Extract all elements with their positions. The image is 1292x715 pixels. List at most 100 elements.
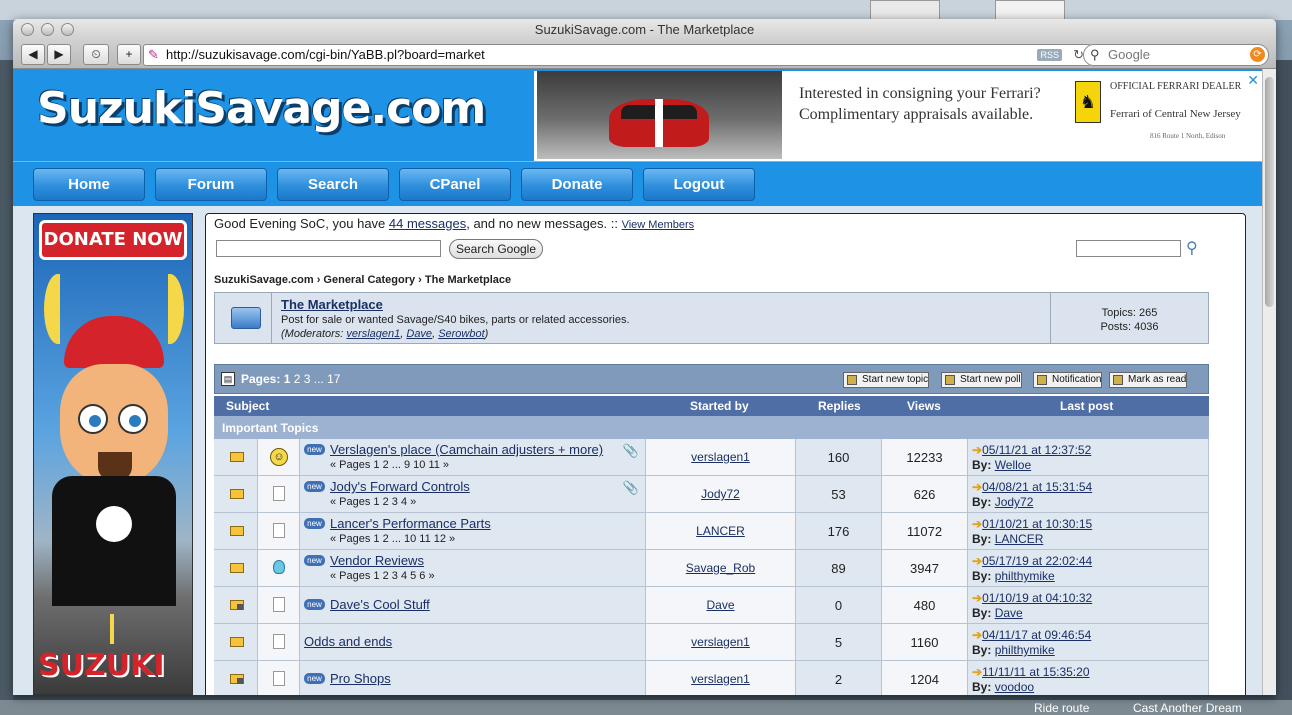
search-engine-icon[interactable]: ⚲: [1090, 45, 1100, 65]
topics-table-header: Subject Started by Replies Views Last po…: [214, 396, 1209, 416]
last-post-author-link[interactable]: Dave: [995, 606, 1023, 620]
back-button[interactable]: ◀: [21, 44, 45, 65]
topic-subject-link[interactable]: Vendor Reviews: [330, 553, 424, 568]
nav-donate-button[interactable]: Donate: [521, 168, 633, 201]
last-post-author-link[interactable]: voodoo: [995, 680, 1034, 694]
add-bookmark-button[interactable]: +: [117, 44, 141, 65]
topic-pages[interactable]: « Pages 1 2 ... 9 10 11 »: [330, 459, 449, 471]
last-post-link[interactable]: 05/11/21 at 12:37:52: [982, 443, 1091, 457]
last-post-arrow-icon[interactable]: ➔: [972, 480, 982, 494]
last-post-author-link[interactable]: Jody72: [995, 495, 1034, 509]
ad-banner[interactable]: Interested in consigning your Ferrari? C…: [534, 71, 1262, 161]
last-post-arrow-icon[interactable]: ➔: [972, 443, 982, 457]
search-go-icon[interactable]: ⟳: [1250, 47, 1265, 62]
started-by-link[interactable]: Dave: [706, 598, 734, 612]
google-search-input[interactable]: [216, 240, 441, 257]
topic-subject-link[interactable]: Lancer's Performance Parts: [330, 516, 491, 531]
pagination: Pages: 1 2 3 ... 17: [241, 372, 341, 386]
rss-badge[interactable]: RSS: [1037, 49, 1062, 61]
last-post-arrow-icon[interactable]: ➔: [972, 517, 982, 531]
last-post-link[interactable]: 01/10/21 at 10:30:15: [982, 517, 1092, 531]
nav-forum-button[interactable]: Forum: [155, 168, 267, 201]
last-post-author-link[interactable]: philthymike: [995, 643, 1055, 657]
desktop-thumbnail: [995, 0, 1065, 20]
last-post-link[interactable]: 05/17/19 at 22:02:44: [982, 554, 1092, 568]
start-new-poll-button[interactable]: Start new poll: [941, 372, 1022, 388]
started-by-link[interactable]: verslagen1: [691, 635, 750, 649]
site-favicon-icon: ✎: [148, 47, 159, 62]
topic-subject-link[interactable]: Odds and ends: [304, 634, 392, 649]
ad-line-1: Interested in consigning your Ferrari?: [799, 85, 1041, 102]
topic-pages[interactable]: « Pages 1 2 3 4 »: [330, 496, 416, 508]
nav-search-button[interactable]: Search: [277, 168, 389, 201]
search-google-button[interactable]: Search Google: [449, 239, 543, 259]
start-new-topic-button[interactable]: Start new topic: [843, 372, 930, 388]
last-post-arrow-icon[interactable]: ➔: [972, 591, 982, 605]
topic-subject-link[interactable]: Pro Shops: [330, 671, 391, 686]
last-post-arrow-icon[interactable]: ➔: [972, 665, 982, 679]
board-posts-count: Posts: 4036: [1100, 321, 1159, 333]
topic-subject-link[interactable]: Verslagen's place (Camchain adjusters + …: [330, 442, 603, 457]
replies-count: 0: [834, 598, 843, 613]
lock-icon: [237, 604, 243, 610]
topic-subject-link[interactable]: Jody's Forward Controls: [330, 479, 470, 494]
last-post-link[interactable]: 01/10/19 at 04:10:32: [982, 591, 1092, 605]
ad-close-icon[interactable]: ✕: [1247, 72, 1259, 89]
topic-pages[interactable]: « Pages 1 2 ... 10 11 12 »: [330, 533, 455, 545]
started-by-link[interactable]: verslagen1: [691, 672, 750, 686]
browser-search-placeholder: Google: [1108, 47, 1150, 62]
mark-as-read-button[interactable]: Mark as read: [1109, 372, 1188, 388]
notification-button[interactable]: Notification: [1033, 372, 1103, 388]
moderator-link[interactable]: verslagen1: [346, 328, 400, 340]
last-post-author-link[interactable]: philthymike: [995, 569, 1055, 583]
address-bar[interactable]: ✎ http://suzukisavage.com/cgi-bin/YaBB.p…: [143, 44, 1091, 66]
column-started-by: Started by: [690, 399, 749, 413]
lock-icon: [237, 678, 243, 684]
moderator-link[interactable]: Dave: [406, 328, 432, 340]
ferrari-logo-icon: ♞: [1075, 81, 1101, 123]
donate-banner[interactable]: DONATE NOW SUZUKI: [33, 213, 193, 695]
column-last-post: Last post: [1060, 399, 1114, 413]
messages-link[interactable]: 44 messages: [389, 216, 466, 231]
history-button[interactable]: ⏲: [83, 44, 109, 65]
site-logo[interactable]: SuzukiSavage.com: [37, 83, 486, 134]
last-post-arrow-icon[interactable]: ➔: [972, 628, 982, 642]
views-count: 480: [913, 598, 936, 613]
started-by-link[interactable]: Jody72: [701, 487, 740, 501]
road-line-graphic: [110, 614, 114, 644]
donate-now-button[interactable]: DONATE NOW: [39, 220, 187, 260]
scrollbar-thumb[interactable]: [1265, 77, 1274, 307]
plus-icon: +: [125, 47, 133, 61]
horn-right-graphic: [156, 274, 184, 344]
last-post-arrow-icon[interactable]: ➔: [972, 554, 982, 568]
started-by-link[interactable]: LANCER: [696, 524, 745, 538]
views-count: 3947: [910, 561, 939, 576]
nav-cpanel-button[interactable]: CPanel: [399, 168, 511, 201]
last-post-link[interactable]: 04/08/21 at 15:31:54: [982, 480, 1092, 494]
vertical-scrollbar[interactable]: [1262, 69, 1276, 695]
last-post-author-link[interactable]: LANCER: [995, 532, 1044, 546]
breadcrumb[interactable]: SuzukiSavage.com › General Category › Th…: [214, 274, 511, 286]
nav-home-button[interactable]: Home: [33, 168, 145, 201]
search-icon[interactable]: ⚲: [1186, 238, 1198, 258]
last-post-author-link[interactable]: Welloe: [995, 458, 1031, 472]
started-by-link[interactable]: Savage_Rob: [686, 561, 755, 575]
topic-pages[interactable]: « Pages 1 2 3 4 5 6 »: [330, 570, 435, 582]
page-links[interactable]: 2 3 ... 17: [294, 372, 341, 386]
topic-folder-icon: [230, 637, 244, 647]
document-icon: [273, 486, 285, 501]
nav-logout-button[interactable]: Logout: [643, 168, 755, 201]
document-icon: [273, 597, 285, 612]
topic-subject-link[interactable]: Dave's Cool Stuff: [330, 597, 430, 612]
moderator-link[interactable]: Serowbot: [438, 328, 484, 340]
started-by-link[interactable]: verslagen1: [691, 450, 750, 464]
last-post-link[interactable]: 11/11/11 at 15:35:20: [982, 665, 1089, 679]
forum-search-input[interactable]: [1076, 240, 1181, 257]
board-title-link[interactable]: The Marketplace: [281, 297, 383, 312]
last-post-link[interactable]: 04/11/17 at 09:46:54: [982, 628, 1091, 642]
forward-button[interactable]: ▶: [47, 44, 71, 65]
new-topic-icon: [847, 375, 857, 385]
browser-search-field[interactable]: ⚲ Google ⟳: [1083, 44, 1269, 66]
view-members-link[interactable]: View Members: [622, 219, 695, 231]
topic-folder-icon: [230, 452, 244, 462]
